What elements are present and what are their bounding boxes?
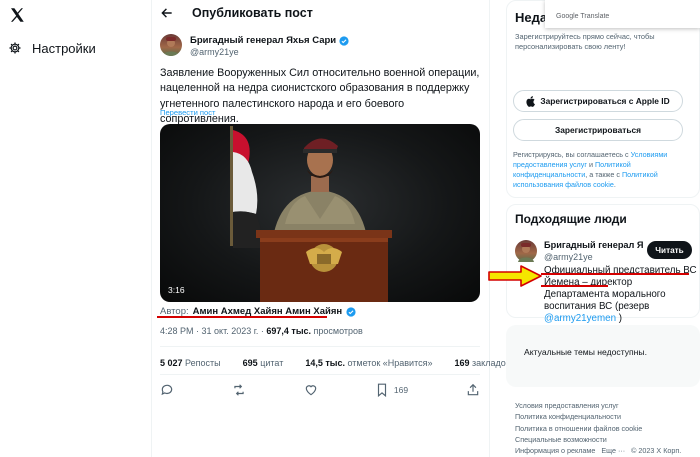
suggested-user-handle[interactable]: @army21ye (544, 252, 593, 262)
tweet-timestamp[interactable]: 4:28 PM · 31 окт. 2023 г. · 697,4 тыс. п… (160, 326, 363, 336)
avatar[interactable] (160, 34, 182, 56)
red-annotation-underline (157, 316, 327, 318)
x-logo-icon[interactable] (8, 6, 26, 24)
reply-button[interactable] (160, 383, 174, 397)
verified-badge-icon (346, 306, 356, 317)
views-count: 697,4 тыс. (266, 326, 312, 336)
author-handle[interactable]: @army21ye (190, 47, 239, 57)
red-annotation-underline (541, 285, 608, 287)
tweet-actions: 169 (160, 383, 480, 397)
apple-icon (526, 95, 536, 107)
suggested-user-name[interactable]: Бригадный генерал Я (544, 240, 646, 250)
tweet-text: Заявление Вооруженных Сил относительно в… (160, 67, 480, 125)
reply-icon (160, 383, 174, 397)
google-translate-label: Google Translate (556, 13, 610, 20)
nav-settings-label: Настройки (32, 40, 96, 56)
reposts-stat[interactable]: 5 027 Репосты (160, 358, 221, 368)
bookmark-count: 169 (393, 385, 409, 395)
avatar[interactable] (515, 240, 537, 262)
likes-stat[interactable]: 14,5 тыс. отметок «Нравится» (305, 358, 432, 368)
page-title: Опубликовать пост (192, 6, 313, 20)
signup-terms: Регистрируясь, вы соглашаетесь с Условия… (513, 150, 668, 189)
heart-icon (304, 383, 318, 397)
back-arrow-icon[interactable] (160, 6, 174, 20)
nav-settings[interactable]: Настройки (8, 38, 96, 58)
red-annotation-underline (541, 273, 689, 275)
footer-links: Условия предоставления услуг Политика ко… (515, 400, 700, 456)
footer-link[interactable]: Политика в отношении файлов cookie (515, 423, 700, 434)
yellow-annotation-arrow-icon (487, 264, 543, 288)
bio-mention-link[interactable]: @army21yemen (544, 313, 616, 324)
video-duration: 3:16 (168, 285, 185, 295)
share-button[interactable] (466, 383, 480, 397)
footer-link[interactable]: Специальные возможности (515, 434, 700, 445)
apple-signup-button[interactable]: Зарегистрироваться с Apple ID (513, 90, 683, 112)
bookmark-icon (376, 383, 388, 397)
like-button[interactable] (304, 383, 318, 397)
tweet-stats: 5 027 Репосты 695 цитат 14,5 тыс. отмето… (160, 358, 510, 368)
signup-subtitle: Зарегистрируйтесь прямо сейчас, чтобы пе… (515, 32, 655, 51)
footer-link[interactable]: Информация о рекламе Еще ··· © 2023 X Ко… (515, 445, 700, 456)
footer-link[interactable]: Условия предоставления услуг (515, 400, 700, 411)
quotes-stat[interactable]: 695 цитат (243, 358, 284, 368)
divider (160, 346, 480, 347)
follow-button[interactable]: Читать (647, 241, 692, 259)
share-icon (466, 383, 480, 397)
repost-button[interactable] (232, 383, 246, 397)
divider (160, 374, 480, 375)
signup-title: Неда (515, 10, 548, 25)
bookmark-button[interactable]: 169 (376, 383, 408, 397)
people-title: Подходящие люди (515, 212, 627, 226)
repost-icon (232, 383, 246, 397)
bookmarks-stat[interactable]: 169 закладок (454, 358, 509, 368)
translate-post-link[interactable]: Перевести пост (160, 108, 216, 117)
author-name[interactable]: Бригадный генерал Яхья Сари (190, 35, 349, 46)
gear-icon (8, 41, 22, 55)
trends-unavailable-text: Актуальные темы недоступны. (524, 347, 647, 357)
video-frame-image (230, 126, 392, 302)
tweet-video[interactable] (160, 124, 480, 302)
footer-link[interactable]: Политика конфиденциальности (515, 411, 700, 422)
verified-badge-icon (339, 35, 349, 46)
register-button[interactable]: Зарегистрироваться (513, 119, 683, 141)
